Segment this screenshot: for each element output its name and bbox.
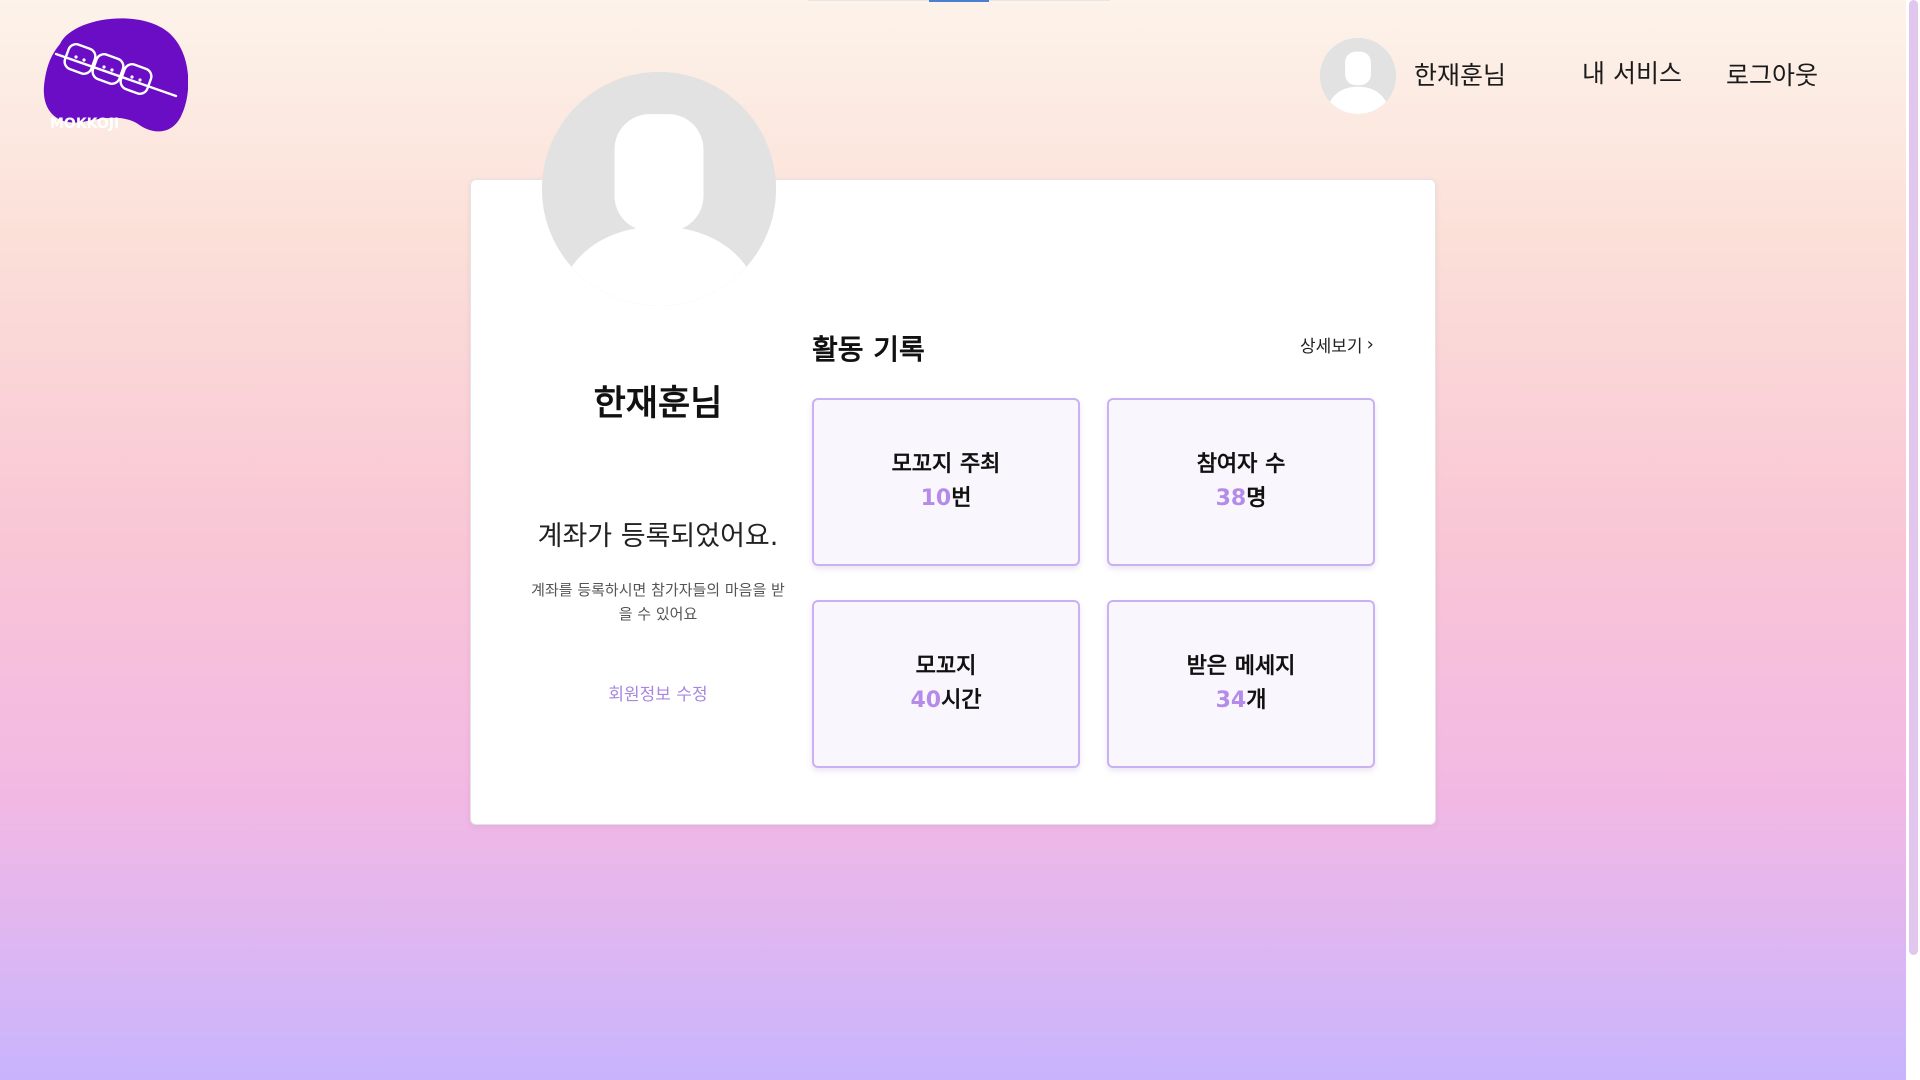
stat-label: 모꼬지 bbox=[915, 654, 977, 679]
stat-unit: 번 bbox=[951, 486, 972, 511]
stat-label: 받은 메세지 bbox=[1186, 654, 1296, 679]
nav-logout[interactable]: 로그아웃 bbox=[1726, 56, 1818, 92]
chevron-right-icon: › bbox=[1366, 334, 1374, 355]
stat-number: 40 bbox=[910, 688, 942, 713]
mokkoji-logo-icon: MOKKOJI bbox=[43, 18, 189, 132]
stat-hours[interactable]: 모꼬지 40시간 bbox=[812, 600, 1080, 768]
stat-unit: 시간 bbox=[941, 688, 982, 713]
scrollbar-thumb[interactable] bbox=[1909, 0, 1918, 955]
stat-hosted[interactable]: 모꼬지 주최 10번 bbox=[812, 398, 1080, 566]
account-status: 계좌가 등록되었어요. bbox=[537, 521, 779, 552]
stat-label: 모꼬지 주최 bbox=[891, 452, 1001, 477]
detail-view-link[interactable]: 상세보기 › bbox=[1300, 332, 1374, 357]
stat-unit: 개 bbox=[1246, 688, 1267, 713]
header-avatar[interactable] bbox=[1320, 38, 1396, 114]
stat-number: 38 bbox=[1215, 486, 1247, 511]
window-tab-active bbox=[929, 0, 989, 2]
nav-my-service[interactable]: 내 서비스 bbox=[1582, 54, 1682, 90]
profile-name: 한재훈님 bbox=[593, 384, 723, 424]
user-silhouette-icon bbox=[542, 72, 776, 306]
stat-value: 38명 bbox=[1216, 482, 1267, 516]
stat-unit: 명 bbox=[1246, 486, 1267, 511]
mokkoji-logo-text: MOKKOJI bbox=[50, 116, 119, 132]
account-description: 계좌를 등록하시면 참가자들의 마음을 받을 수 있어요 bbox=[531, 581, 785, 623]
vertical-scrollbar[interactable] bbox=[1906, 0, 1920, 1080]
stat-value: 34개 bbox=[1216, 684, 1267, 718]
stat-number: 10 bbox=[920, 486, 952, 511]
profile-avatar bbox=[542, 72, 776, 306]
stat-number: 34 bbox=[1215, 688, 1247, 713]
user-silhouette-icon bbox=[1320, 38, 1396, 114]
stat-messages[interactable]: 받은 메세지 34개 bbox=[1107, 600, 1375, 768]
activity-title: 활동 기록 bbox=[812, 333, 925, 366]
stat-label: 참여자 수 bbox=[1196, 452, 1286, 477]
stat-value: 10번 bbox=[921, 482, 972, 516]
stat-participants[interactable]: 참여자 수 38명 bbox=[1107, 398, 1375, 566]
detail-view-label: 상세보기 bbox=[1300, 337, 1363, 357]
stat-value: 40시간 bbox=[910, 684, 981, 718]
header-user-name[interactable]: 한재훈님 bbox=[1414, 56, 1506, 92]
mokkoji-logo[interactable]: MOKKOJI bbox=[42, 14, 189, 136]
edit-profile-link[interactable]: 회원정보 수정 bbox=[490, 680, 826, 705]
